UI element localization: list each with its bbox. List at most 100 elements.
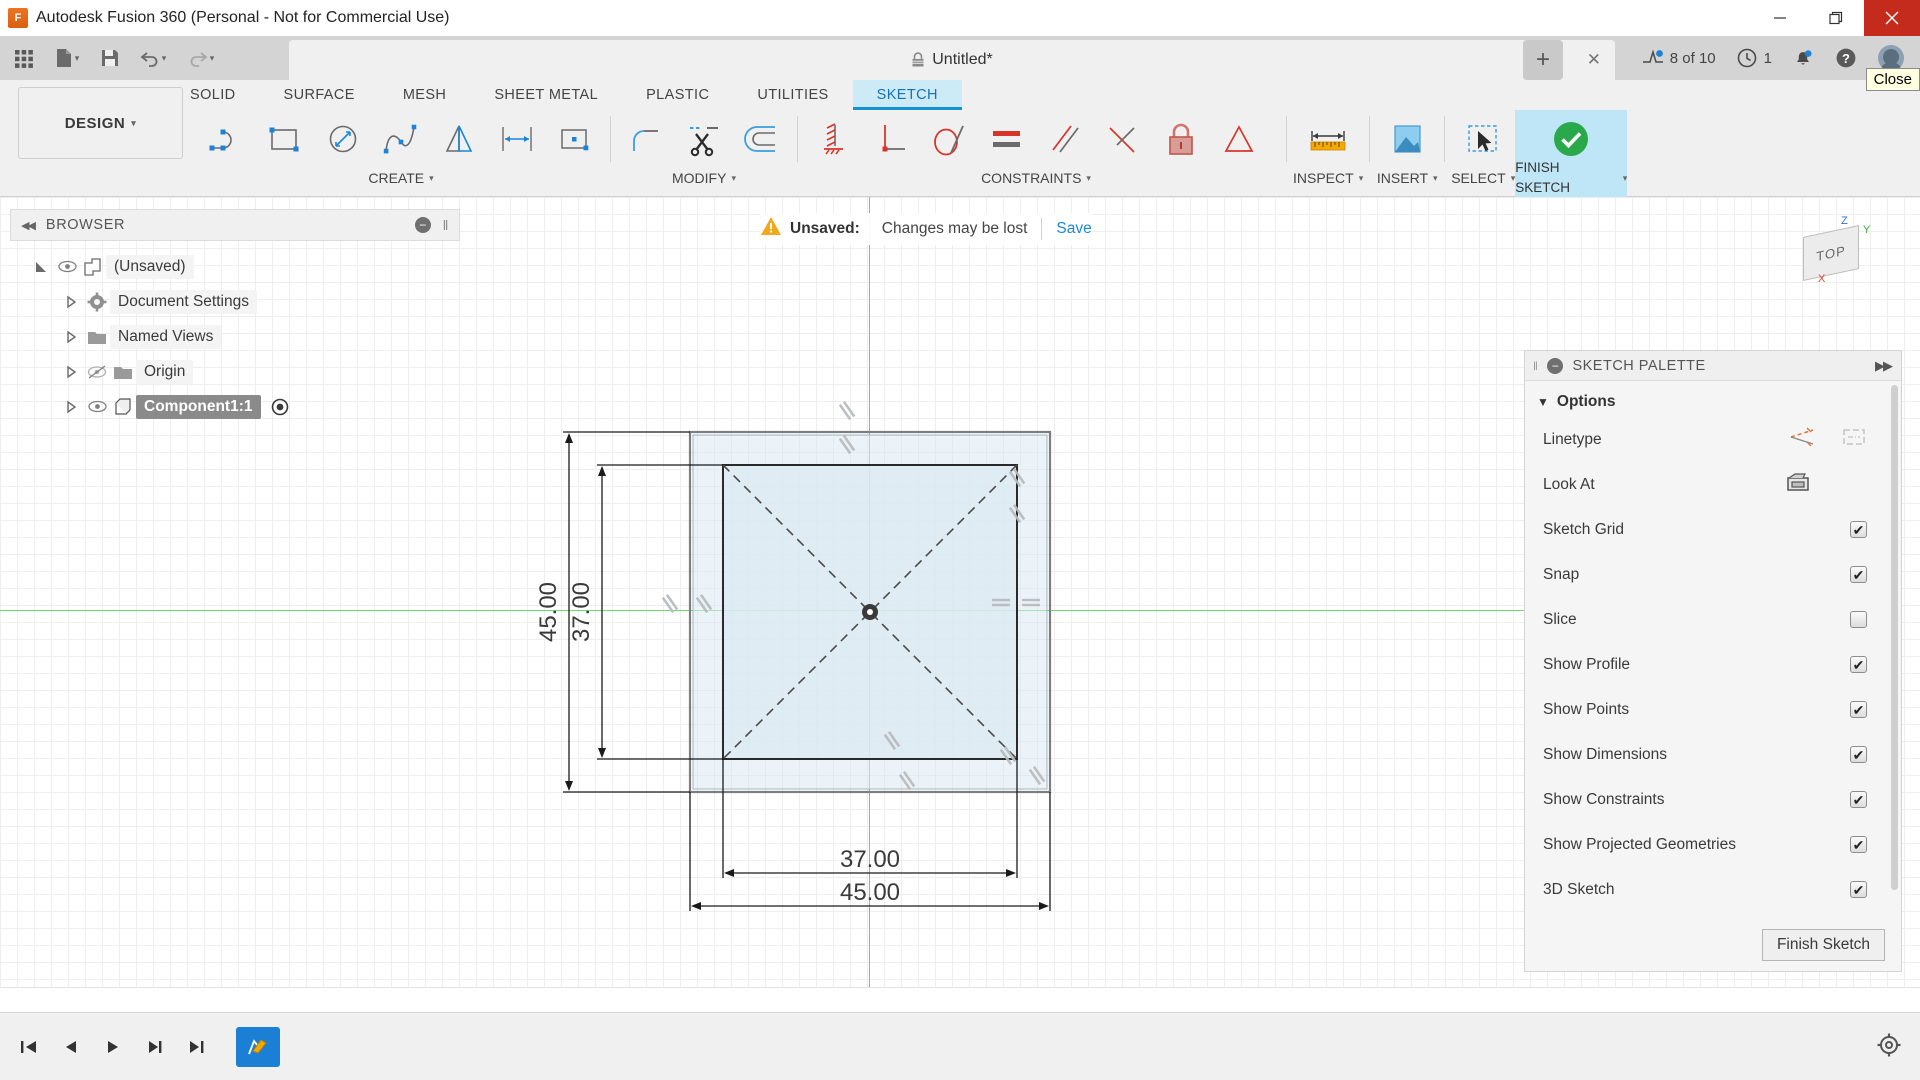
app-grid-icon[interactable] <box>6 40 42 76</box>
redo-button[interactable]: ▾ <box>178 40 224 76</box>
timeline-prev-button[interactable] <box>52 1025 90 1069</box>
palette-row-show-points[interactable]: Show Points ✔ <box>1525 687 1901 732</box>
rectangle-icon[interactable] <box>256 110 314 168</box>
view-cube-face[interactable]: TOP <box>1803 225 1859 281</box>
3d-sketch-checkbox[interactable]: ✔ <box>1850 881 1867 898</box>
timeline-next-button[interactable] <box>136 1025 174 1069</box>
ribbon-group-label-create[interactable]: CREATE ▾ <box>368 168 433 188</box>
equal-icon[interactable] <box>978 110 1036 168</box>
snap-checkbox[interactable]: ✔ <box>1850 566 1867 583</box>
palette-row-linetype[interactable]: Linetype <box>1525 417 1901 462</box>
ribbon-group-label-insert[interactable]: INSERT ▾ <box>1377 168 1438 188</box>
palette-row-show-dimensions[interactable]: Show Dimensions ✔ <box>1525 732 1901 777</box>
expander-collapsed-icon[interactable] <box>58 365 84 379</box>
show-dimensions-checkbox[interactable]: ✔ <box>1850 746 1867 763</box>
palette-row-sketch-grid[interactable]: Sketch Grid ✔ <box>1525 507 1901 552</box>
measure-ruler-icon[interactable] <box>1297 110 1359 168</box>
visibility-hidden-eye-icon[interactable] <box>84 364 110 379</box>
circle-icon[interactable] <box>314 110 372 168</box>
insert-image-icon[interactable] <box>1376 110 1438 168</box>
centerline-icon[interactable] <box>1841 427 1867 452</box>
add-tab-button[interactable]: + <box>1523 40 1563 80</box>
browser-item-unsaved[interactable]: (Unsaved) <box>10 249 460 284</box>
palette-row-slice[interactable]: Slice <box>1525 597 1901 642</box>
ribbon-group-label-modify[interactable]: MODIFY ▾ <box>672 168 736 188</box>
visibility-eye-icon[interactable] <box>54 260 80 273</box>
line-icon[interactable] <box>198 110 256 168</box>
browser-header[interactable]: ◀◀ BROWSER − ‖ <box>10 209 460 241</box>
help-button[interactable]: ? <box>1826 36 1866 80</box>
tab-sketch[interactable]: SKETCH <box>852 80 962 110</box>
browser-item-component1[interactable]: Component1:1 <box>10 389 460 424</box>
ribbon-group-label-inspect[interactable]: INSPECT ▾ <box>1293 168 1363 188</box>
timeline-play-button[interactable] <box>94 1025 132 1069</box>
expander-collapsed-icon[interactable] <box>58 330 84 344</box>
expander-collapsed-icon[interactable] <box>58 400 84 414</box>
expander-expanded-icon[interactable] <box>28 260 54 274</box>
close-button[interactable] <box>1864 0 1920 36</box>
palette-row-show-profile[interactable]: Show Profile ✔ <box>1525 642 1901 687</box>
tab-mesh[interactable]: MESH <box>379 80 471 110</box>
symmetry-icon[interactable] <box>1210 110 1268 168</box>
close-icon[interactable]: ✕ <box>1587 50 1601 70</box>
palette-row-show-projected-geometries[interactable]: Show Projected Geometries ✔ <box>1525 822 1901 867</box>
minimize-icon[interactable]: − <box>1547 357 1564 374</box>
notifications-button[interactable] <box>1784 36 1822 80</box>
trim-scissors-icon[interactable] <box>675 110 733 168</box>
show-constraints-checkbox[interactable]: ✔ <box>1850 791 1867 808</box>
select-cursor-icon[interactable] <box>1452 110 1514 168</box>
look-at-icon[interactable] <box>1785 471 1811 498</box>
expand-icon[interactable]: ▶▶ <box>1875 358 1893 374</box>
jobs-status[interactable]: 8 of 10 <box>1634 36 1724 80</box>
history-status[interactable]: 1 <box>1728 36 1780 80</box>
document-tab[interactable]: Untitled* ✕ <box>289 40 1615 80</box>
finish-sketch-palette-button[interactable]: Finish Sketch <box>1761 929 1885 961</box>
undo-button[interactable]: ▾ <box>130 40 176 76</box>
collinear-icon[interactable] <box>862 110 920 168</box>
maximize-button[interactable] <box>1808 0 1864 36</box>
palette-scrollbar[interactable] <box>1891 385 1898 890</box>
timeline-last-button[interactable] <box>178 1025 216 1069</box>
visibility-eye-icon[interactable] <box>84 400 110 413</box>
fix-lock-icon[interactable] <box>1152 110 1210 168</box>
tab-utilities[interactable]: UTILITIES <box>733 80 852 110</box>
ribbon-group-label-constraints[interactable]: CONSTRAINTS ▾ <box>981 168 1091 188</box>
linear-pattern-icon[interactable] <box>488 110 546 168</box>
palette-row-3d-sketch[interactable]: 3D Sketch ✔ <box>1525 867 1901 912</box>
palette-row-look-at[interactable]: Look At <box>1525 462 1901 507</box>
new-document-button[interactable]: ▾ <box>44 40 90 76</box>
tab-surface[interactable]: SURFACE <box>260 80 379 110</box>
tab-plastic[interactable]: PLASTIC <box>622 80 733 110</box>
ribbon-group-label-select[interactable]: SELECT ▾ <box>1451 168 1515 188</box>
minimize-icon[interactable]: − <box>415 217 431 233</box>
rectangular-pattern-icon[interactable] <box>546 110 604 168</box>
show-profile-checkbox[interactable]: ✔ <box>1850 656 1867 673</box>
timeline-sketch-feature[interactable] <box>236 1026 280 1067</box>
browser-item-named-views[interactable]: Named Views <box>10 319 460 354</box>
browser-item-document-settings[interactable]: Document Settings <box>10 284 460 319</box>
spline-icon[interactable] <box>372 110 430 168</box>
expander-collapsed-icon[interactable] <box>58 295 84 309</box>
coincident-icon[interactable] <box>804 110 862 168</box>
view-cube[interactable]: TOP Z Y X <box>1785 215 1875 305</box>
save-link[interactable]: Save <box>1056 220 1091 238</box>
tab-sheet-metal[interactable]: SHEET METAL <box>470 80 622 110</box>
parallel-icon[interactable] <box>1036 110 1094 168</box>
offset-icon[interactable] <box>733 110 791 168</box>
mirror-icon[interactable] <box>430 110 488 168</box>
palette-row-show-constraints[interactable]: Show Constraints ✔ <box>1525 777 1901 822</box>
show-projected-geometries-checkbox[interactable]: ✔ <box>1850 836 1867 853</box>
minimize-button[interactable] <box>1752 0 1808 36</box>
browser-item-origin[interactable]: Origin <box>10 354 460 389</box>
panel-grip-icon[interactable]: ‖ <box>443 217 449 233</box>
timeline-first-button[interactable] <box>10 1025 48 1069</box>
slice-checkbox[interactable] <box>1850 611 1867 628</box>
collapse-icon[interactable]: ◀◀ <box>21 219 36 232</box>
fillet-icon[interactable] <box>617 110 675 168</box>
show-points-checkbox[interactable]: ✔ <box>1850 701 1867 718</box>
tangent-icon[interactable] <box>920 110 978 168</box>
panel-grip-icon[interactable]: ‖ <box>1533 359 1538 373</box>
construction-line-icon[interactable] <box>1789 426 1815 453</box>
options-section-header[interactable]: ▼ Options <box>1525 381 1901 417</box>
palette-row-snap[interactable]: Snap ✔ <box>1525 552 1901 597</box>
